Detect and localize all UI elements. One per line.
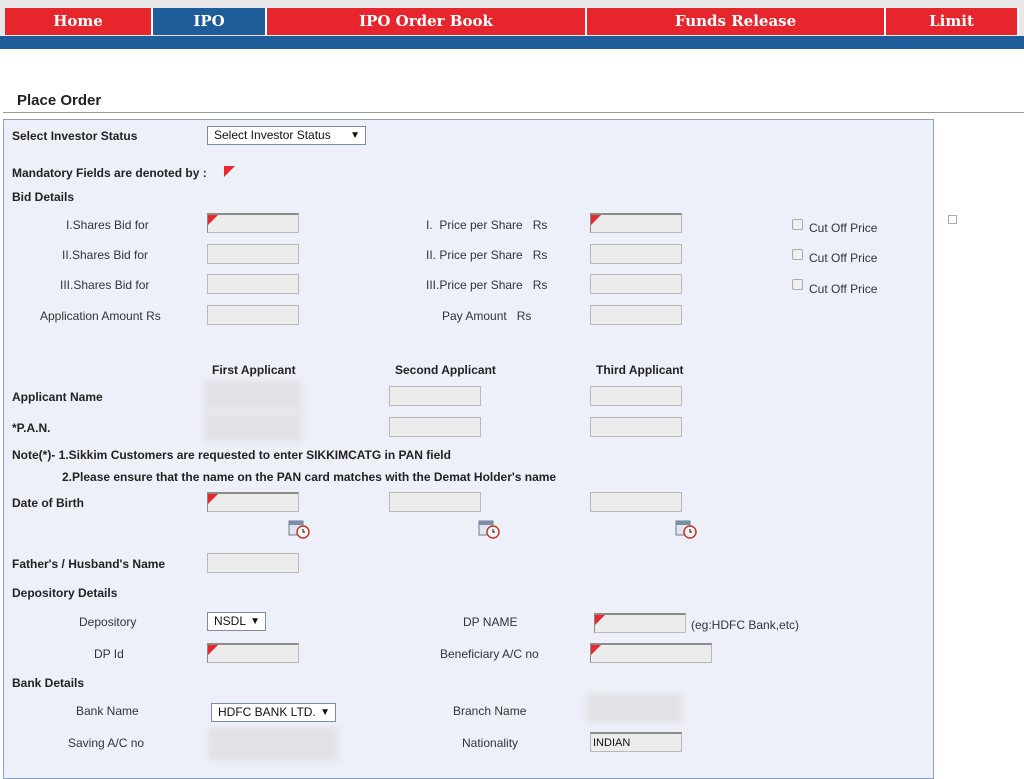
shares-bid-3-label: III.Shares Bid for <box>60 278 150 292</box>
dp-id-input[interactable] <box>207 643 299 663</box>
chevron-down-icon: ▼ <box>320 707 330 718</box>
pan-label: *P.A.N. <box>12 421 51 435</box>
price-1-label: I. Price per Share Rs <box>426 218 548 232</box>
nav-ipo[interactable]: IPO <box>153 8 267 35</box>
pay-amount-label: Pay Amount Rs <box>442 309 532 323</box>
first-applicant-dob-input[interactable] <box>207 492 299 512</box>
beneficiary-input[interactable] <box>590 643 712 663</box>
chevron-down-icon: ▼ <box>350 130 360 141</box>
dp-id-label: DP Id <box>94 647 124 661</box>
shares-bid-1-label: I.Shares Bid for <box>66 218 149 232</box>
nav-ipo-order-book[interactable]: IPO Order Book <box>267 8 587 35</box>
depository-heading: Depository Details <box>12 586 118 600</box>
shares-bid-2-input[interactable] <box>207 244 299 264</box>
bid-details-heading: Bid Details <box>12 190 75 204</box>
bank-name-value: HDFC BANK LTD. <box>218 705 316 719</box>
third-applicant-heading: Third Applicant <box>596 363 684 377</box>
branch-name-label: Branch Name <box>453 704 527 718</box>
second-applicant-name-input[interactable] <box>389 386 481 406</box>
cutoff-3-label: Cut Off Price <box>809 282 878 296</box>
dp-name-label: DP NAME <box>463 615 518 629</box>
main-nav: Home IPO IPO Order Book Funds Release Li… <box>0 8 1024 36</box>
second-applicant-dob-input[interactable] <box>389 492 481 512</box>
cutoff-2-label: Cut Off Price <box>809 251 878 265</box>
cutoff-3-checkbox[interactable] <box>792 279 803 290</box>
shares-bid-3-input[interactable] <box>207 274 299 294</box>
third-applicant-pan-input[interactable] <box>590 417 682 437</box>
depository-select[interactable]: NSDL ▼ <box>207 612 266 631</box>
saving-account-label: Saving A/C no <box>68 736 145 750</box>
first-applicant-heading: First Applicant <box>212 363 296 377</box>
nav-limit[interactable]: Limit <box>886 8 1019 35</box>
investor-status-value: Select Investor Status <box>214 128 331 142</box>
third-applicant-dob-input[interactable] <box>590 492 682 512</box>
dp-name-hint: (eg:HDFC Bank,etc) <box>691 618 800 632</box>
bank-details-heading: Bank Details <box>12 676 85 690</box>
dp-name-input[interactable] <box>594 613 686 633</box>
chevron-down-icon: ▼ <box>250 616 260 627</box>
third-applicant-name-input[interactable] <box>590 386 682 406</box>
dob-label: Date of Birth <box>12 496 84 510</box>
application-amount-input[interactable] <box>207 305 299 325</box>
cutoff-1-label: Cut Off Price <box>809 221 878 235</box>
price-1-input[interactable] <box>590 213 682 233</box>
branch-name-redacted <box>586 693 682 723</box>
investor-status-label: Select Investor Status <box>12 129 138 143</box>
calendar-icon[interactable] <box>288 519 310 539</box>
shares-bid-2-label: II.Shares Bid for <box>62 248 149 262</box>
calendar-icon[interactable] <box>675 519 697 539</box>
cutoff-1-checkbox[interactable] <box>792 219 803 230</box>
page-title: Place Order <box>17 92 102 109</box>
calendar-icon[interactable] <box>478 519 500 539</box>
depository-label: Depository <box>79 615 137 629</box>
father-name-input[interactable] <box>207 553 299 573</box>
beneficiary-label: Beneficiary A/C no <box>440 647 539 661</box>
price-3-input[interactable] <box>590 274 682 294</box>
second-applicant-pan-input[interactable] <box>389 417 481 437</box>
top-strip <box>0 0 1024 8</box>
first-applicant-pan-redacted <box>204 412 302 442</box>
second-applicant-heading: Second Applicant <box>395 363 496 377</box>
bank-name-label: Bank Name <box>76 704 139 718</box>
depository-value: NSDL <box>214 614 247 628</box>
price-2-input[interactable] <box>590 244 682 264</box>
applicant-name-label: Applicant Name <box>12 390 103 404</box>
saving-account-redacted <box>208 727 338 761</box>
pan-note-2: 2.Please ensure that the name on the PAN… <box>62 470 557 484</box>
father-name-label: Father's / Husband's Name <box>12 557 166 571</box>
nav-funds-release[interactable]: Funds Release <box>587 8 886 35</box>
nationality-label: Nationality <box>462 736 519 750</box>
title-divider <box>3 112 1024 113</box>
pay-amount-input[interactable] <box>590 305 682 325</box>
nav-home[interactable]: Home <box>5 8 153 35</box>
nationality-input[interactable]: INDIAN <box>590 732 682 752</box>
bank-name-select[interactable]: HDFC BANK LTD. ▼ <box>211 703 336 722</box>
red-corner-flag-icon <box>224 166 235 177</box>
application-amount-label: Application Amount Rs <box>40 309 161 323</box>
investor-status-select[interactable]: Select Investor Status ▼ <box>207 126 366 145</box>
nationality-value: INDIAN <box>593 737 631 749</box>
shares-bid-1-input[interactable] <box>207 213 299 233</box>
stray-checkbox[interactable] <box>948 215 957 224</box>
price-2-label: II. Price per Share Rs <box>426 248 548 262</box>
pan-note-1: Note(*)- 1.Sikkim Customers are requeste… <box>12 448 451 462</box>
cutoff-2-checkbox[interactable] <box>792 249 803 260</box>
first-applicant-name-redacted <box>204 380 302 410</box>
price-3-label: III.Price per Share Rs <box>426 278 548 292</box>
mandatory-note: Mandatory Fields are denoted by : <box>12 166 207 180</box>
nav-underline-band <box>0 36 1024 49</box>
